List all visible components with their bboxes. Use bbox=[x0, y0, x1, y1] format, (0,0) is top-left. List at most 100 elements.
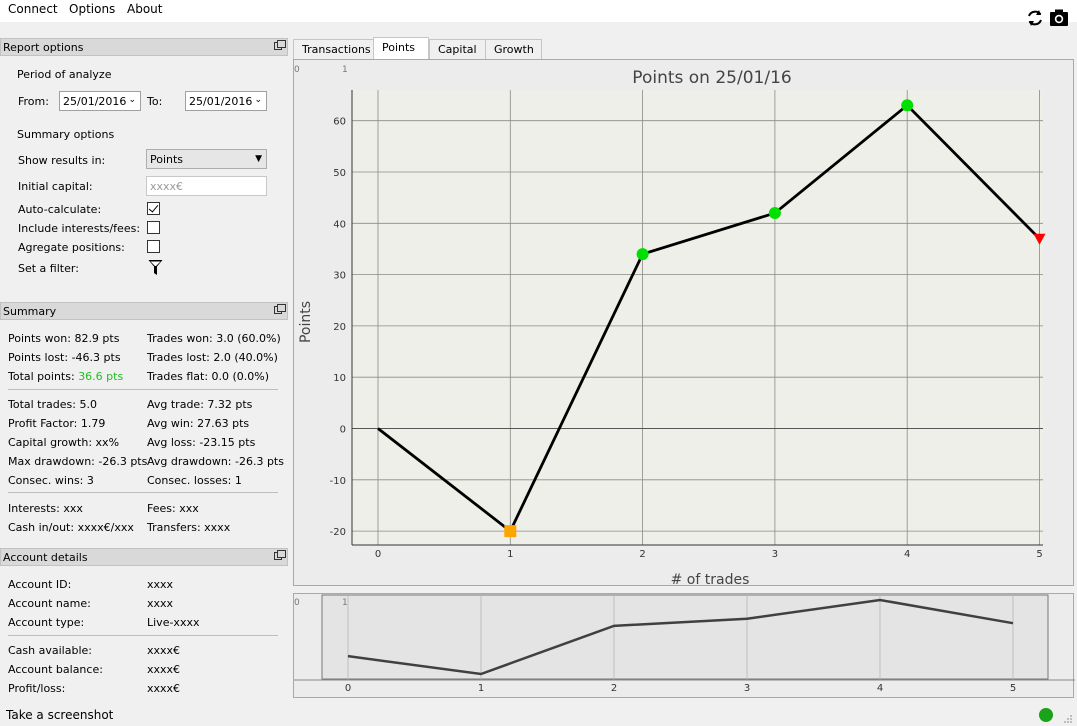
overview-chart-panel: 0 1 2 3 4 5 0 1 bbox=[293, 593, 1075, 699]
max-drawdown: Max drawdown: -26.3 pts bbox=[8, 455, 148, 468]
overview-chart[interactable]: 0 1 2 3 4 5 0 1 bbox=[294, 594, 1075, 699]
tab-growth[interactable]: Growth bbox=[485, 39, 542, 59]
points-won: Points won: 82.9 pts bbox=[8, 332, 120, 345]
cash-available-label: Cash available: bbox=[8, 644, 92, 657]
total-points-label: Total points: bbox=[8, 370, 79, 383]
x-tick-label: 4 bbox=[904, 549, 910, 560]
include-fees-checkbox[interactable] bbox=[147, 221, 160, 234]
trades-won: Trades won: 3.0 (60.0%) bbox=[147, 332, 281, 345]
plot-area bbox=[352, 90, 1043, 545]
menu-bar: Connect Options About bbox=[0, 0, 1077, 26]
float-icon[interactable] bbox=[274, 550, 286, 560]
report-options-title: Report options bbox=[3, 41, 84, 54]
overview-tick-label: 5 bbox=[1010, 683, 1016, 694]
chart-title: Points on 25/01/16 bbox=[632, 68, 791, 88]
points-chart[interactable]: 0 1 2 3 4 5-20-100102030405060 Points on 25/0… bbox=[294, 60, 1075, 588]
account-name-label: Account name: bbox=[8, 597, 91, 610]
divider bbox=[8, 492, 278, 493]
auto-calc-checkbox[interactable] bbox=[147, 202, 160, 215]
corner-label-1: 1 bbox=[342, 65, 348, 75]
chart-ylabel: Points bbox=[298, 301, 314, 343]
show-results-label: Show results in: bbox=[18, 154, 106, 167]
chevron-down-icon: ⌄ bbox=[254, 95, 262, 105]
data-point bbox=[768, 207, 781, 220]
cash-available-value: xxxx€ bbox=[147, 644, 181, 657]
chart-grid bbox=[352, 90, 1043, 545]
tab-points[interactable]: Points bbox=[373, 37, 429, 60]
y-tick-label: 20 bbox=[333, 322, 346, 333]
account-name-value: xxxx bbox=[147, 597, 174, 610]
account-balance-value: xxxx€ bbox=[147, 663, 181, 676]
x-tick-label: 2 bbox=[639, 549, 645, 560]
show-results-value: Points bbox=[150, 153, 184, 166]
divider bbox=[8, 635, 278, 636]
menu-connect[interactable]: Connect bbox=[8, 2, 58, 16]
divider bbox=[8, 389, 278, 390]
initial-capital-label: Initial capital: bbox=[18, 180, 93, 193]
overview-tick-labels: 0 1 2 3 4 5 bbox=[345, 683, 1016, 694]
y-tick-label: 50 bbox=[333, 168, 346, 179]
from-label: From: bbox=[18, 95, 49, 108]
summary-title: Summary bbox=[3, 305, 57, 318]
tab-capital[interactable]: Capital bbox=[429, 39, 486, 59]
overview-tick-label: 4 bbox=[877, 683, 883, 694]
tab-transactions[interactable]: Transactions bbox=[293, 39, 374, 59]
menu-options[interactable]: Options bbox=[69, 2, 115, 16]
fees: Fees: xxx bbox=[147, 502, 199, 515]
show-results-select[interactable]: Points ▼ bbox=[146, 149, 267, 169]
aggregate-label: Agregate positions: bbox=[18, 241, 125, 254]
resize-grip-icon[interactable] bbox=[1063, 714, 1073, 724]
x-tick-label: 1 bbox=[507, 549, 513, 560]
from-date-input[interactable]: 25/01/2016 ⌄ bbox=[59, 91, 141, 111]
chevron-down-icon: ⌄ bbox=[128, 95, 136, 105]
interests: Interests: xxx bbox=[8, 502, 83, 515]
account-id-label: Account ID: bbox=[8, 578, 72, 591]
data-point bbox=[504, 525, 517, 538]
data-point bbox=[901, 99, 914, 112]
y-tick-label: 10 bbox=[333, 373, 346, 384]
account-id-value: xxxx bbox=[147, 578, 174, 591]
avg-trade: Avg trade: 7.32 pts bbox=[147, 398, 253, 411]
overview-corner-0: 0 bbox=[294, 598, 300, 608]
overview-tick-label: 1 bbox=[478, 683, 484, 694]
overview-tick-label: 0 bbox=[345, 683, 351, 694]
dropdown-arrow-icon: ▼ bbox=[255, 154, 262, 164]
total-points-value: 36.6 pts bbox=[78, 370, 124, 383]
consec-losses: Consec. losses: 1 bbox=[147, 474, 242, 487]
camera-icon[interactable] bbox=[1049, 8, 1069, 28]
transfers: Transfers: xxxx bbox=[147, 521, 231, 534]
x-tick-label: 0 bbox=[375, 549, 381, 560]
filter-icon[interactable] bbox=[148, 259, 163, 276]
summary-header[interactable]: Summary bbox=[0, 302, 288, 320]
y-tick-label: -10 bbox=[330, 476, 346, 487]
total-trades: Total trades: 5.0 bbox=[8, 398, 97, 411]
avg-loss: Avg loss: -23.15 pts bbox=[147, 436, 256, 449]
capital-growth: Capital growth: xx% bbox=[8, 436, 120, 449]
float-icon[interactable] bbox=[274, 40, 286, 50]
y-tick-label: 40 bbox=[333, 219, 346, 230]
to-date-input[interactable]: 25/01/2016 ⌄ bbox=[185, 91, 267, 111]
trades-lost: Trades lost: 2.0 (40.0%) bbox=[147, 351, 278, 364]
initial-capital-input[interactable]: xxxx€ bbox=[146, 176, 267, 196]
profit-loss-label: Profit/loss: bbox=[8, 682, 66, 695]
overview-tick-label: 3 bbox=[744, 683, 750, 694]
aggregate-checkbox[interactable] bbox=[147, 240, 160, 253]
refresh-icon[interactable] bbox=[1025, 8, 1045, 28]
account-details-title: Account details bbox=[3, 551, 88, 564]
status-indicator bbox=[1039, 708, 1053, 722]
y-tick-label: 30 bbox=[333, 271, 346, 282]
avg-win: Avg win: 27.63 pts bbox=[147, 417, 250, 430]
include-fees-label: Include interests/fees: bbox=[18, 222, 141, 235]
status-bar: Take a screenshot bbox=[0, 704, 1077, 726]
account-balance-label: Account balance: bbox=[8, 663, 103, 676]
status-text: Take a screenshot bbox=[6, 708, 114, 722]
menu-about[interactable]: About bbox=[127, 2, 162, 16]
summary-options-label: Summary options bbox=[17, 128, 115, 141]
account-details-header[interactable]: Account details bbox=[0, 548, 288, 566]
points-chart-panel: 0 1 2 3 4 5 -20 -10 0 10 20 30 40 50 60 Points on 25/0… bbox=[293, 59, 1075, 588]
report-options-header[interactable]: Report options bbox=[0, 38, 288, 56]
y-tick-label: -20 bbox=[330, 527, 346, 538]
overview-corner-1: 1 bbox=[342, 598, 348, 608]
float-icon[interactable] bbox=[274, 304, 286, 314]
y-tick-label: 0 bbox=[340, 425, 346, 436]
